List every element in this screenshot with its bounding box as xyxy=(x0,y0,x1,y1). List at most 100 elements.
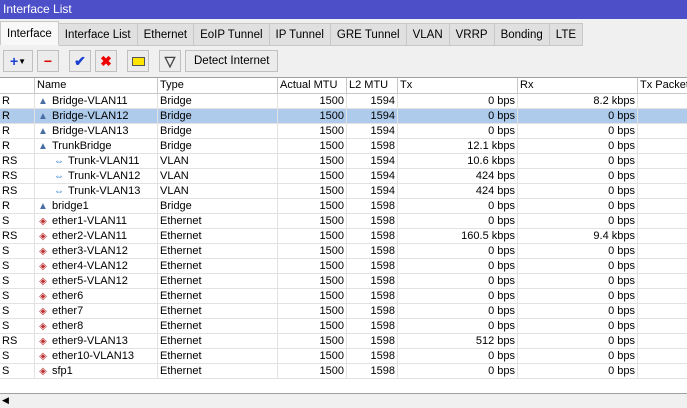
l2-mtu-cell: 1594 xyxy=(347,94,398,108)
vlan-icon: ⇔ xyxy=(54,171,64,182)
interface-name: ether10-VLAN13 xyxy=(52,350,134,362)
table-row[interactable]: RS ◈ ether2-VLAN11 Ethernet 1500 1598 160.5 kb… xyxy=(0,229,687,244)
table-row[interactable]: R ▲ bridge1 Bridge 1500 1598 0 bps 0 bps xyxy=(0,199,687,214)
table-row[interactable]: R ▲ TrunkBridge Bridge 1500 1598 12.1 kbps 0 bp… xyxy=(0,139,687,154)
tx-packet-cell xyxy=(638,349,687,363)
rx-cell: 0 bps xyxy=(518,349,638,363)
name-cell: ◈ ether8 xyxy=(35,319,158,333)
rx-cell: 8.2 kbps xyxy=(518,94,638,108)
rx-cell: 0 bps xyxy=(518,259,638,273)
table-row[interactable]: RS ⇔ Trunk-VLAN12 VLAN 1500 1594 424 bps 0 bps xyxy=(0,169,687,184)
tab-vrrp[interactable]: VRRP xyxy=(449,23,495,46)
table-row[interactable]: S ◈ sfp1 Ethernet 1500 1598 0 bps 0 bps xyxy=(0,364,687,379)
column-header[interactable] xyxy=(0,78,35,93)
actual-mtu-cell: 1500 xyxy=(278,169,347,183)
table-row[interactable]: RS ⇔ Trunk-VLAN11 VLAN 1500 1594 10.6 kbps 0 bp… xyxy=(0,154,687,169)
type-cell: Ethernet xyxy=(158,334,278,348)
tx-packet-cell xyxy=(638,259,687,273)
rx-cell: 0 bps xyxy=(518,109,638,123)
tx-packet-cell xyxy=(638,229,687,243)
l2-mtu-cell: 1598 xyxy=(347,274,398,288)
tx-cell: 512 bps xyxy=(398,334,518,348)
interface-name: ether8 xyxy=(52,320,84,332)
actual-mtu-cell: 1500 xyxy=(278,199,347,213)
tab-lte[interactable]: LTE xyxy=(549,23,584,46)
disable-button[interactable]: ✖ xyxy=(95,50,117,72)
table-row[interactable]: S ◈ ether6 Ethernet 1500 1598 0 bps 0 bps xyxy=(0,289,687,304)
tab-eoip-tunnel[interactable]: EoIP Tunnel xyxy=(194,23,270,46)
actual-mtu-cell: 1500 xyxy=(278,259,347,273)
type-cell: Bridge xyxy=(158,94,278,108)
column-header[interactable]: Rx xyxy=(518,78,638,93)
tab-ethernet[interactable]: Ethernet xyxy=(137,23,195,46)
column-header[interactable]: Name xyxy=(35,78,158,93)
type-cell: VLAN xyxy=(158,154,278,168)
column-header[interactable]: Tx Packet xyxy=(638,78,687,93)
rx-cell: 0 bps xyxy=(518,244,638,258)
tx-cell: 0 bps xyxy=(398,244,518,258)
tx-cell: 0 bps xyxy=(398,274,518,288)
table-row[interactable]: RS ◈ ether9-VLAN13 Ethernet 1500 1598 512 bps 0… xyxy=(0,334,687,349)
table-row[interactable]: S ◈ ether7 Ethernet 1500 1598 0 bps 0 bps xyxy=(0,304,687,319)
table-row[interactable]: S ◈ ether5-VLAN12 Ethernet 1500 1598 0 bps 0 bp… xyxy=(0,274,687,289)
column-header[interactable]: L2 MTU xyxy=(347,78,398,93)
type-cell: Ethernet xyxy=(158,349,278,363)
check-icon: ✔ xyxy=(74,52,86,69)
tab-ip-tunnel[interactable]: IP Tunnel xyxy=(269,23,331,46)
table-row[interactable]: S ◈ ether10-VLAN13 Ethernet 1500 1598 0 bps 0 b… xyxy=(0,349,687,364)
filter-button[interactable]: ▽ xyxy=(159,50,181,72)
table-row[interactable]: RS ⇔ Trunk-VLAN13 VLAN 1500 1594 424 bps 0 bps xyxy=(0,184,687,199)
l2-mtu-cell: 1594 xyxy=(347,169,398,183)
actual-mtu-cell: 1500 xyxy=(278,94,347,108)
add-button[interactable]: + ▼ xyxy=(3,50,33,72)
l2-mtu-cell: 1598 xyxy=(347,319,398,333)
column-header[interactable]: Type xyxy=(158,78,278,93)
table-row[interactable]: S ◈ ether1-VLAN11 Ethernet 1500 1598 0 bps 0 bp… xyxy=(0,214,687,229)
tab-bonding[interactable]: Bonding xyxy=(494,23,550,46)
table-row[interactable]: R ▲ Bridge-VLAN11 Bridge 1500 1594 0 bps 8.2 kb… xyxy=(0,94,687,109)
actual-mtu-cell: 1500 xyxy=(278,154,347,168)
flag-cell: RS xyxy=(0,154,35,168)
column-header[interactable]: Actual MTU xyxy=(278,78,347,93)
eth-icon: ◈ xyxy=(39,336,47,347)
table-row[interactable]: S ◈ ether8 Ethernet 1500 1598 0 bps 0 bps xyxy=(0,319,687,334)
flag-cell: S xyxy=(0,364,35,378)
tx-cell: 0 bps xyxy=(398,289,518,303)
interface-name: Bridge-VLAN11 xyxy=(52,95,128,107)
tx-cell: 160.5 kbps xyxy=(398,229,518,243)
remove-button[interactable]: − xyxy=(37,50,59,72)
horizontal-scrollbar[interactable]: ◀ xyxy=(0,393,687,408)
flag-cell: S xyxy=(0,274,35,288)
name-cell: ◈ ether2-VLAN11 xyxy=(35,229,158,243)
interface-table: Name Type Actual MTU L2 MTU Tx Rx Tx Packet R ▲… xyxy=(0,77,687,393)
detect-internet-button[interactable]: Detect Internet xyxy=(185,50,279,72)
tx-packet-cell xyxy=(638,364,687,378)
tab-interface-list[interactable]: Interface List xyxy=(58,23,138,46)
eth-icon: ◈ xyxy=(39,276,47,287)
tab-interface[interactable]: Interface xyxy=(0,21,59,45)
l2-mtu-cell: 1594 xyxy=(347,184,398,198)
flag-cell: R xyxy=(0,199,35,213)
name-cell: ◈ ether6 xyxy=(35,289,158,303)
table-row[interactable]: S ◈ ether4-VLAN12 Ethernet 1500 1598 0 bps 0 bp… xyxy=(0,259,687,274)
name-cell: ▲ bridge1 xyxy=(35,199,158,213)
x-icon: ✖ xyxy=(100,52,112,69)
tx-cell: 0 bps xyxy=(398,109,518,123)
tx-packet-cell xyxy=(638,334,687,348)
rx-cell: 0 bps xyxy=(518,139,638,153)
table-row[interactable]: S ◈ ether3-VLAN12 Ethernet 1500 1598 0 bps 0 bp… xyxy=(0,244,687,259)
table-row[interactable]: R ▲ Bridge-VLAN13 Bridge 1500 1594 0 bps 0 bps xyxy=(0,124,687,139)
tx-cell: 12.1 kbps xyxy=(398,139,518,153)
comment-button[interactable] xyxy=(127,50,149,72)
rx-cell: 0 bps xyxy=(518,199,638,213)
column-header[interactable]: Tx xyxy=(398,78,518,93)
table-row[interactable]: R ▲ Bridge-VLAN12 Bridge 1500 1594 0 bps 0 bps xyxy=(0,109,687,124)
eth-icon: ◈ xyxy=(39,261,47,272)
eth-icon: ◈ xyxy=(39,246,47,257)
l2-mtu-cell: 1594 xyxy=(347,154,398,168)
tab-gre-tunnel[interactable]: GRE Tunnel xyxy=(330,23,407,46)
scroll-left-icon[interactable]: ◀ xyxy=(2,395,9,406)
tab-vlan[interactable]: VLAN xyxy=(406,23,450,46)
enable-button[interactable]: ✔ xyxy=(69,50,91,72)
interface-name: sfp1 xyxy=(52,365,73,377)
